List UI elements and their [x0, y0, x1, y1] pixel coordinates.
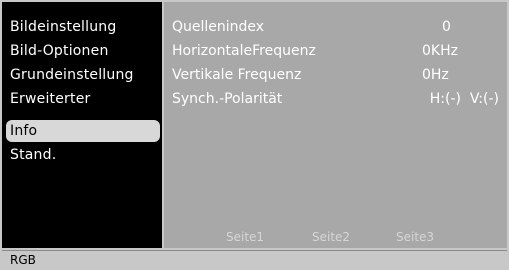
info-value: 0KHz	[422, 43, 458, 59]
info-label: Quellenindex	[172, 19, 265, 35]
source-indicator: RGB	[10, 253, 36, 267]
info-row-horizontale-frequenz: HorizontaleFrequenz 0KHz	[170, 40, 505, 62]
info-row-synch-polaritaet: Synch.-Polarität H:(-) V:(-)	[170, 88, 505, 110]
info-value: 0	[442, 19, 451, 35]
info-label: HorizontaleFrequenz	[172, 43, 316, 59]
info-row-quellenindex: Quellenindex 0	[170, 16, 505, 38]
menu-item-info[interactable]: Info	[6, 120, 160, 142]
menu-item-erweiterter[interactable]: Erweiterter	[6, 88, 160, 110]
status-bar: RGB	[2, 250, 507, 268]
page-tab-seite1[interactable]: Seite1	[226, 227, 264, 247]
page-tab-seite3[interactable]: Seite3	[396, 227, 434, 247]
info-row-vertikale-frequenz: Vertikale Frequenz 0Hz	[170, 64, 505, 86]
info-panel: Quellenindex 0 HorizontaleFrequenz 0KHz …	[164, 2, 507, 248]
info-value: 0Hz	[422, 67, 449, 83]
projector-menu: Bildeinstellung Bild-Optionen Grundeinst…	[0, 0, 509, 270]
info-label: Synch.-Polarität	[172, 91, 283, 107]
menu-item-bildeinstellung[interactable]: Bildeinstellung	[6, 16, 160, 38]
menu-item-bild-optionen[interactable]: Bild-Optionen	[6, 40, 160, 62]
menu-item-stand[interactable]: Stand.	[6, 144, 160, 166]
menu-item-grundeinstellung[interactable]: Grundeinstellung	[6, 64, 160, 86]
info-value: H:(-) V:(-)	[429, 91, 499, 107]
page-tab-seite2[interactable]: Seite2	[312, 227, 350, 247]
menu-sidebar: Bildeinstellung Bild-Optionen Grundeinst…	[2, 2, 162, 248]
info-label: Vertikale Frequenz	[172, 67, 302, 83]
